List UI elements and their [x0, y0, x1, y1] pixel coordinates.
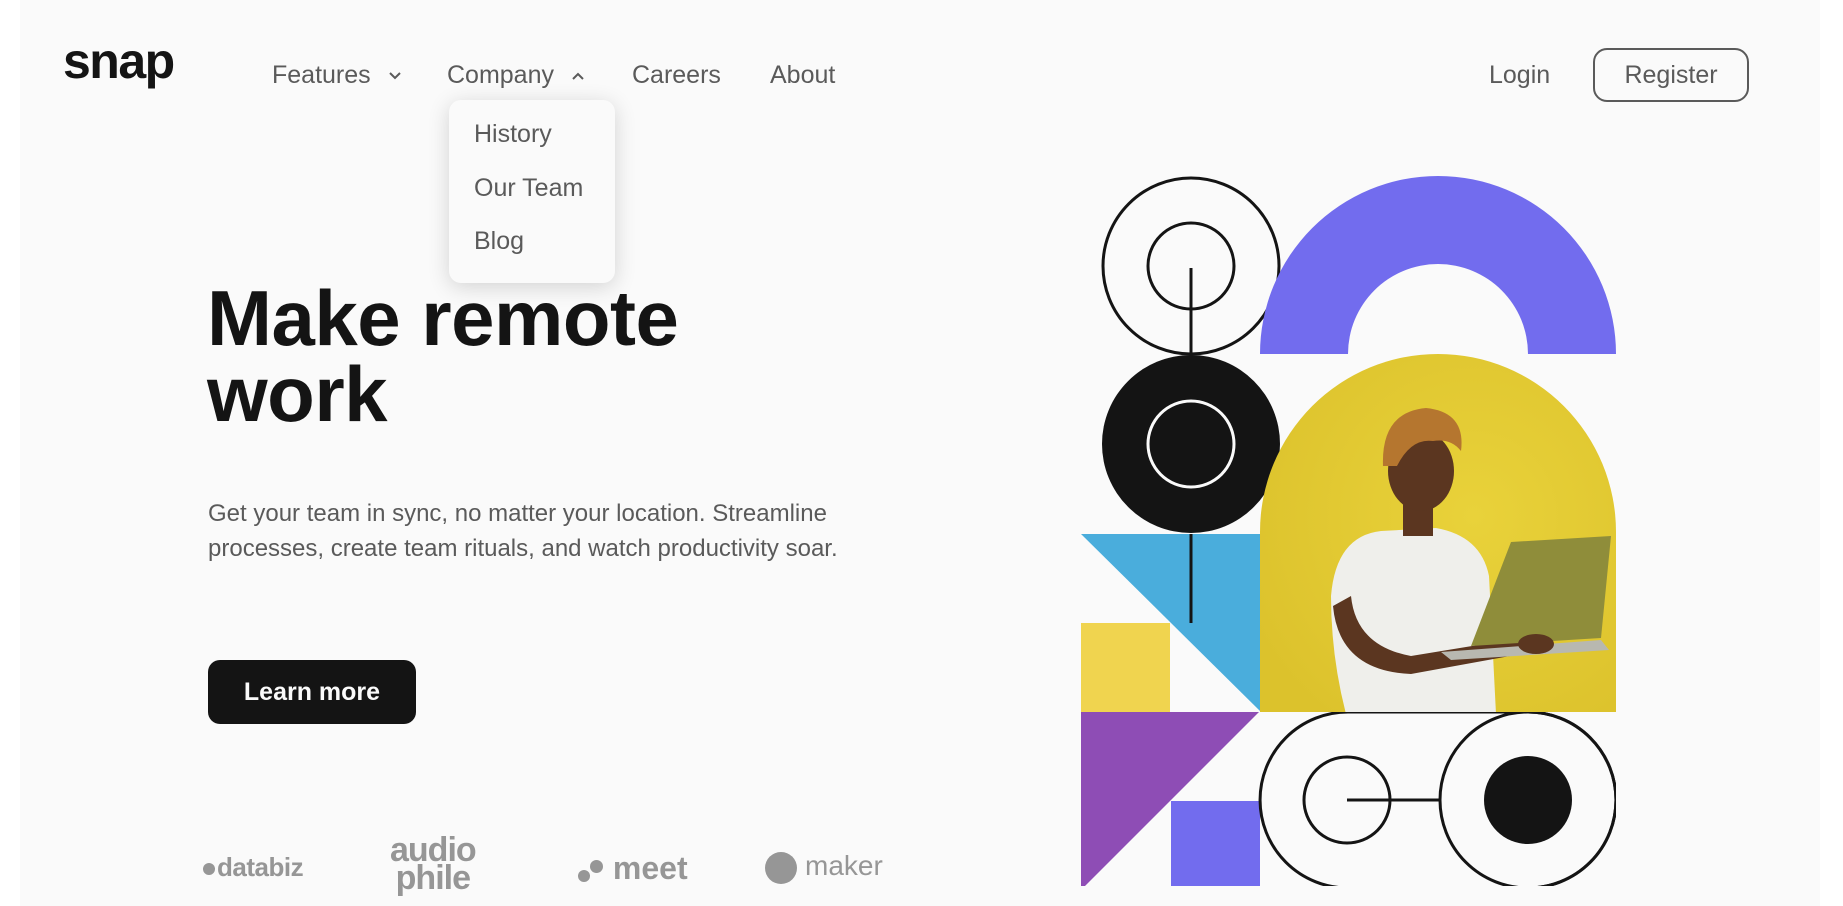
learn-more-button[interactable]: Learn more — [208, 660, 416, 724]
company-dropdown: History Our Team Blog — [449, 100, 615, 283]
black-circle-shape — [1102, 355, 1280, 533]
dropdown-item-history[interactable]: History — [474, 118, 552, 150]
login-link[interactable]: Login — [1489, 57, 1550, 93]
hero-title: Make remote work — [207, 279, 767, 433]
dropdown-item-blog[interactable]: Blog — [474, 225, 524, 257]
purple-arch-shape — [1260, 176, 1616, 354]
databiz-dot-icon — [203, 863, 215, 876]
register-button[interactable]: Register — [1593, 48, 1749, 102]
client-logo-maker: maker — [765, 850, 883, 884]
hero-description: Get your team in sync, no matter your lo… — [208, 500, 838, 562]
meet-dots-icon — [578, 856, 604, 886]
nav-careers[interactable]: Careers — [632, 57, 721, 93]
hero-title-line-2: work — [207, 350, 388, 438]
dropdown-item-our-team[interactable]: Our Team — [474, 172, 583, 204]
chevron-down-icon — [388, 72, 401, 80]
client-logo-databiz: databiz — [203, 852, 304, 883]
nav-company[interactable]: Company — [447, 57, 585, 93]
maker-text: maker — [805, 850, 883, 881]
meet-text: meet — [612, 850, 688, 886]
audiophile-line-2: phile — [395, 859, 471, 897]
nav-about[interactable]: About — [770, 57, 835, 93]
nav-features-label: Features — [272, 61, 371, 89]
snap-logo[interactable]: snap — [63, 36, 175, 86]
chevron-up-icon — [572, 72, 584, 81]
databiz-text: databiz — [217, 852, 304, 882]
outline-circles-shape — [1101, 176, 1281, 358]
client-logo-meet: meet — [578, 850, 688, 887]
maker-icon — [765, 851, 797, 884]
hero-illustration — [1081, 176, 1616, 886]
person-with-laptop-photo — [1260, 354, 1616, 712]
yellow-square-shape — [1081, 623, 1170, 712]
hero-title-line-1: Make remote — [207, 274, 679, 362]
pill-shape — [1258, 710, 1616, 886]
nav-features[interactable]: Features — [272, 57, 402, 93]
purple-square-shape — [1171, 801, 1260, 886]
client-logo-audiophile: audio phile — [390, 833, 477, 895]
nav-company-label: Company — [447, 61, 554, 89]
